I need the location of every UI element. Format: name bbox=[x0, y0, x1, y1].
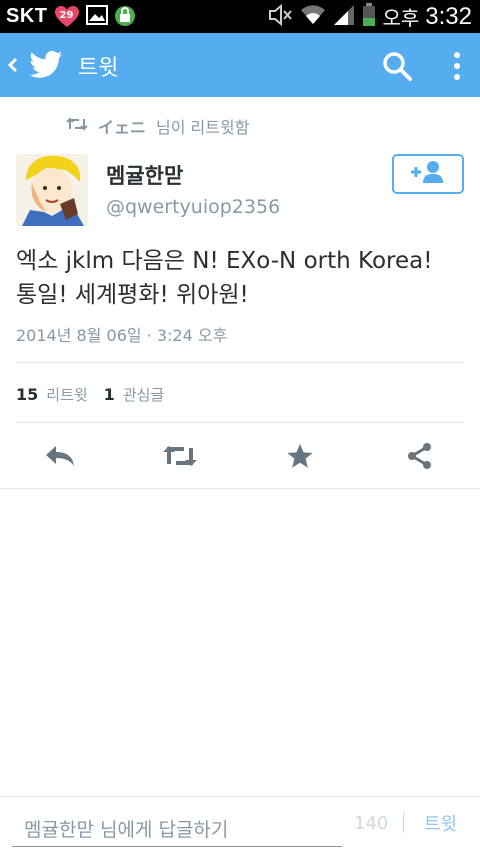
battery-icon bbox=[362, 2, 376, 31]
twitter-bird-icon[interactable] bbox=[28, 47, 64, 83]
reply-placeholder: 멤귤한맏 님에게 답글하기 bbox=[24, 819, 229, 841]
clock-time: 3:32 bbox=[425, 2, 472, 30]
retweeted-by[interactable]: イェニ 님이 리트윗함 bbox=[66, 112, 249, 140]
reply-icon[interactable] bbox=[42, 440, 78, 472]
tweet-stats: 15 리트윗 1 관심글 bbox=[16, 382, 164, 406]
author-handle[interactable]: @qwertyuiop2356 bbox=[106, 196, 280, 218]
page-title: 트윗 bbox=[78, 56, 119, 81]
tweet-text-line-1: 엑소 jklm 다음은 N! EXo-N orth Korea! bbox=[16, 248, 433, 274]
send-tweet-button[interactable]: 트윗 bbox=[424, 810, 457, 836]
divider bbox=[0, 488, 480, 489]
tweet-text: 엑소 jklm 다음은 N! EXo-N orth Korea! 통일! 세계평… bbox=[16, 244, 464, 312]
avatar[interactable] bbox=[16, 154, 88, 226]
image-notification-icon bbox=[85, 4, 108, 29]
action-bar: 트윗 bbox=[0, 33, 480, 97]
lock-icon bbox=[114, 3, 136, 31]
back-arrow-icon[interactable] bbox=[4, 51, 22, 79]
follow-button[interactable] bbox=[392, 154, 464, 194]
carrier-label: SKT bbox=[6, 5, 48, 27]
signal-icon bbox=[332, 4, 356, 30]
retweeted-label: 님이 리트윗함 bbox=[156, 118, 250, 137]
overflow-menu-icon[interactable] bbox=[448, 49, 466, 83]
clock-ampm: 오후 bbox=[382, 6, 420, 30]
favorites-label[interactable]: 관심글 bbox=[123, 384, 164, 405]
author-name[interactable]: 멤귤한맏 bbox=[106, 160, 183, 190]
tweet-text-line-2: 통일! 세계평화! 위아원! bbox=[16, 282, 249, 308]
mute-icon bbox=[268, 3, 294, 30]
divider bbox=[16, 422, 464, 423]
favorites-count[interactable]: 1 bbox=[104, 385, 115, 404]
status-bar: SKT 29 오후 3:32 bbox=[0, 0, 480, 33]
reply-input[interactable]: 멤귤한맏 님에게 답글하기 bbox=[12, 803, 342, 847]
reply-bar: 멤귤한맏 님에게 답글하기 140 트윗 bbox=[0, 796, 480, 853]
retweets-label[interactable]: 리트윗 bbox=[46, 384, 87, 405]
tweet-actions bbox=[0, 432, 480, 480]
tweet-timestamp: 2014년 8월 06일 · 3:24 오후 bbox=[16, 326, 228, 345]
character-count: 140 bbox=[354, 813, 389, 834]
reply-separator bbox=[403, 813, 404, 833]
add-user-icon bbox=[409, 159, 447, 189]
share-icon[interactable] bbox=[402, 440, 438, 472]
retweet-icon[interactable] bbox=[162, 440, 198, 472]
notification-heart-icon: 29 bbox=[54, 5, 80, 29]
notification-count: 29 bbox=[59, 9, 74, 21]
retweet-small-icon bbox=[66, 116, 88, 136]
wifi-icon bbox=[300, 4, 326, 30]
retweets-count[interactable]: 15 bbox=[16, 385, 38, 404]
status-left: SKT 29 bbox=[6, 4, 136, 29]
status-right: 오후 3:32 bbox=[268, 2, 472, 31]
retweeter-name: イェニ bbox=[98, 118, 147, 137]
favorite-star-icon[interactable] bbox=[282, 440, 318, 472]
divider bbox=[16, 362, 464, 363]
search-icon[interactable] bbox=[380, 49, 414, 83]
